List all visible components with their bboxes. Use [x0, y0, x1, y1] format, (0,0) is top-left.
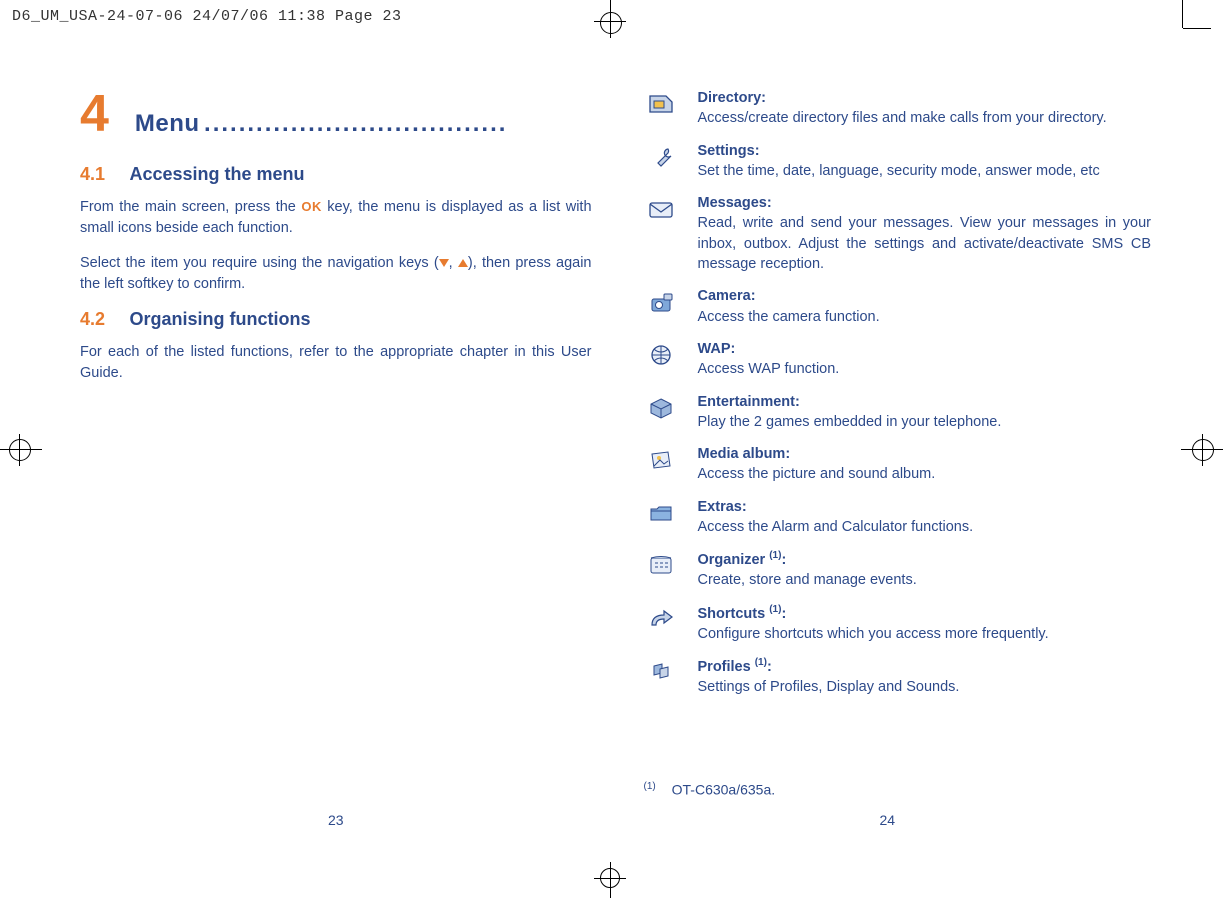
menu-item-text: Organizer (1):Create, store and manage e…	[698, 549, 917, 590]
section-title: Accessing the menu	[129, 164, 304, 184]
menu-item-text: Media album:Access the picture and sound…	[698, 444, 936, 485]
messages-icon	[644, 195, 678, 223]
menu-item: Settings:Set the time, date, language, s…	[644, 141, 1152, 182]
nav-down-icon	[439, 259, 449, 267]
crop-mark-bottom	[580, 854, 640, 898]
chapter-heading: 4 Menu .................................…	[80, 88, 592, 140]
menu-item: Camera:Access the camera function.	[644, 286, 1152, 327]
menu-item-text: Messages:Read, write and send your messa…	[698, 193, 1152, 274]
paragraph-2: Select the item you require using the na…	[80, 253, 592, 295]
wap-icon	[644, 341, 678, 369]
menu-item: Shortcuts (1):Configure shortcuts which …	[644, 603, 1152, 644]
menu-item-text: Profiles (1):Settings of Profiles, Displ…	[698, 656, 960, 697]
section-4-1-heading: 4.1 Accessing the menu	[80, 164, 592, 185]
print-header: D6_UM_USA-24-07-06 24/07/06 11:38 Page 2…	[12, 8, 402, 25]
menu-item: Media album:Access the picture and sound…	[644, 444, 1152, 485]
shortcuts-icon	[644, 605, 678, 633]
menu-item: Extras:Access the Alarm and Calculator f…	[644, 497, 1152, 538]
paragraph-3: For each of the listed functions, refer …	[80, 342, 592, 384]
section-number: 4.1	[80, 164, 105, 184]
page-right: Directory:Access/create directory files …	[612, 60, 1164, 838]
section-title: Organising functions	[129, 309, 310, 329]
chapter-number: 4	[80, 88, 109, 140]
menu-item-text: WAP:Access WAP function.	[698, 339, 840, 380]
menu-item-text: Entertainment:Play the 2 games embedded …	[698, 392, 1002, 433]
entertainment-icon	[644, 394, 678, 422]
nav-up-icon	[458, 259, 468, 267]
ok-key-icon: OK	[301, 199, 322, 214]
menu-item: Entertainment:Play the 2 games embedded …	[644, 392, 1152, 433]
section-4-2-heading: 4.2 Organising functions	[80, 309, 592, 330]
menu-item: Organizer (1):Create, store and manage e…	[644, 549, 1152, 590]
media-album-icon	[644, 446, 678, 474]
crop-mark-right	[1181, 428, 1223, 472]
menu-item-text: Extras:Access the Alarm and Calculator f…	[698, 497, 974, 538]
camera-icon	[644, 288, 678, 316]
chapter-title: Menu	[135, 110, 200, 137]
organizer-icon	[644, 551, 678, 579]
directory-icon	[644, 90, 678, 118]
settings-icon	[644, 143, 678, 171]
page-number-left: 23	[60, 812, 612, 828]
crop-mark-top	[580, 0, 640, 40]
footnote: (1) OT-C630a/635a.	[644, 781, 776, 798]
menu-item: Directory:Access/create directory files …	[644, 88, 1152, 129]
menu-item-text: Directory:Access/create directory files …	[698, 88, 1107, 129]
menu-item-text: Shortcuts (1):Configure shortcuts which …	[698, 603, 1049, 644]
page-number-right: 24	[612, 812, 1164, 828]
menu-item: WAP:Access WAP function.	[644, 339, 1152, 380]
page-left: 4 Menu .................................…	[60, 60, 612, 838]
menu-item-text: Camera:Access the camera function.	[698, 286, 880, 327]
profiles-icon	[644, 658, 678, 686]
footnote-marker: (1)	[644, 781, 656, 792]
menu-item: Messages:Read, write and send your messa…	[644, 193, 1152, 274]
menu-item-text: Settings:Set the time, date, language, s…	[698, 141, 1100, 182]
chapter-dots: ...................................	[204, 110, 507, 137]
paragraph-1: From the main screen, press the OK key, …	[80, 197, 592, 239]
footnote-text: OT-C630a/635a.	[672, 782, 776, 798]
crop-mark-left	[0, 428, 42, 472]
extras-icon	[644, 499, 678, 527]
menu-item: Profiles (1):Settings of Profiles, Displ…	[644, 656, 1152, 697]
section-number: 4.2	[80, 309, 105, 329]
